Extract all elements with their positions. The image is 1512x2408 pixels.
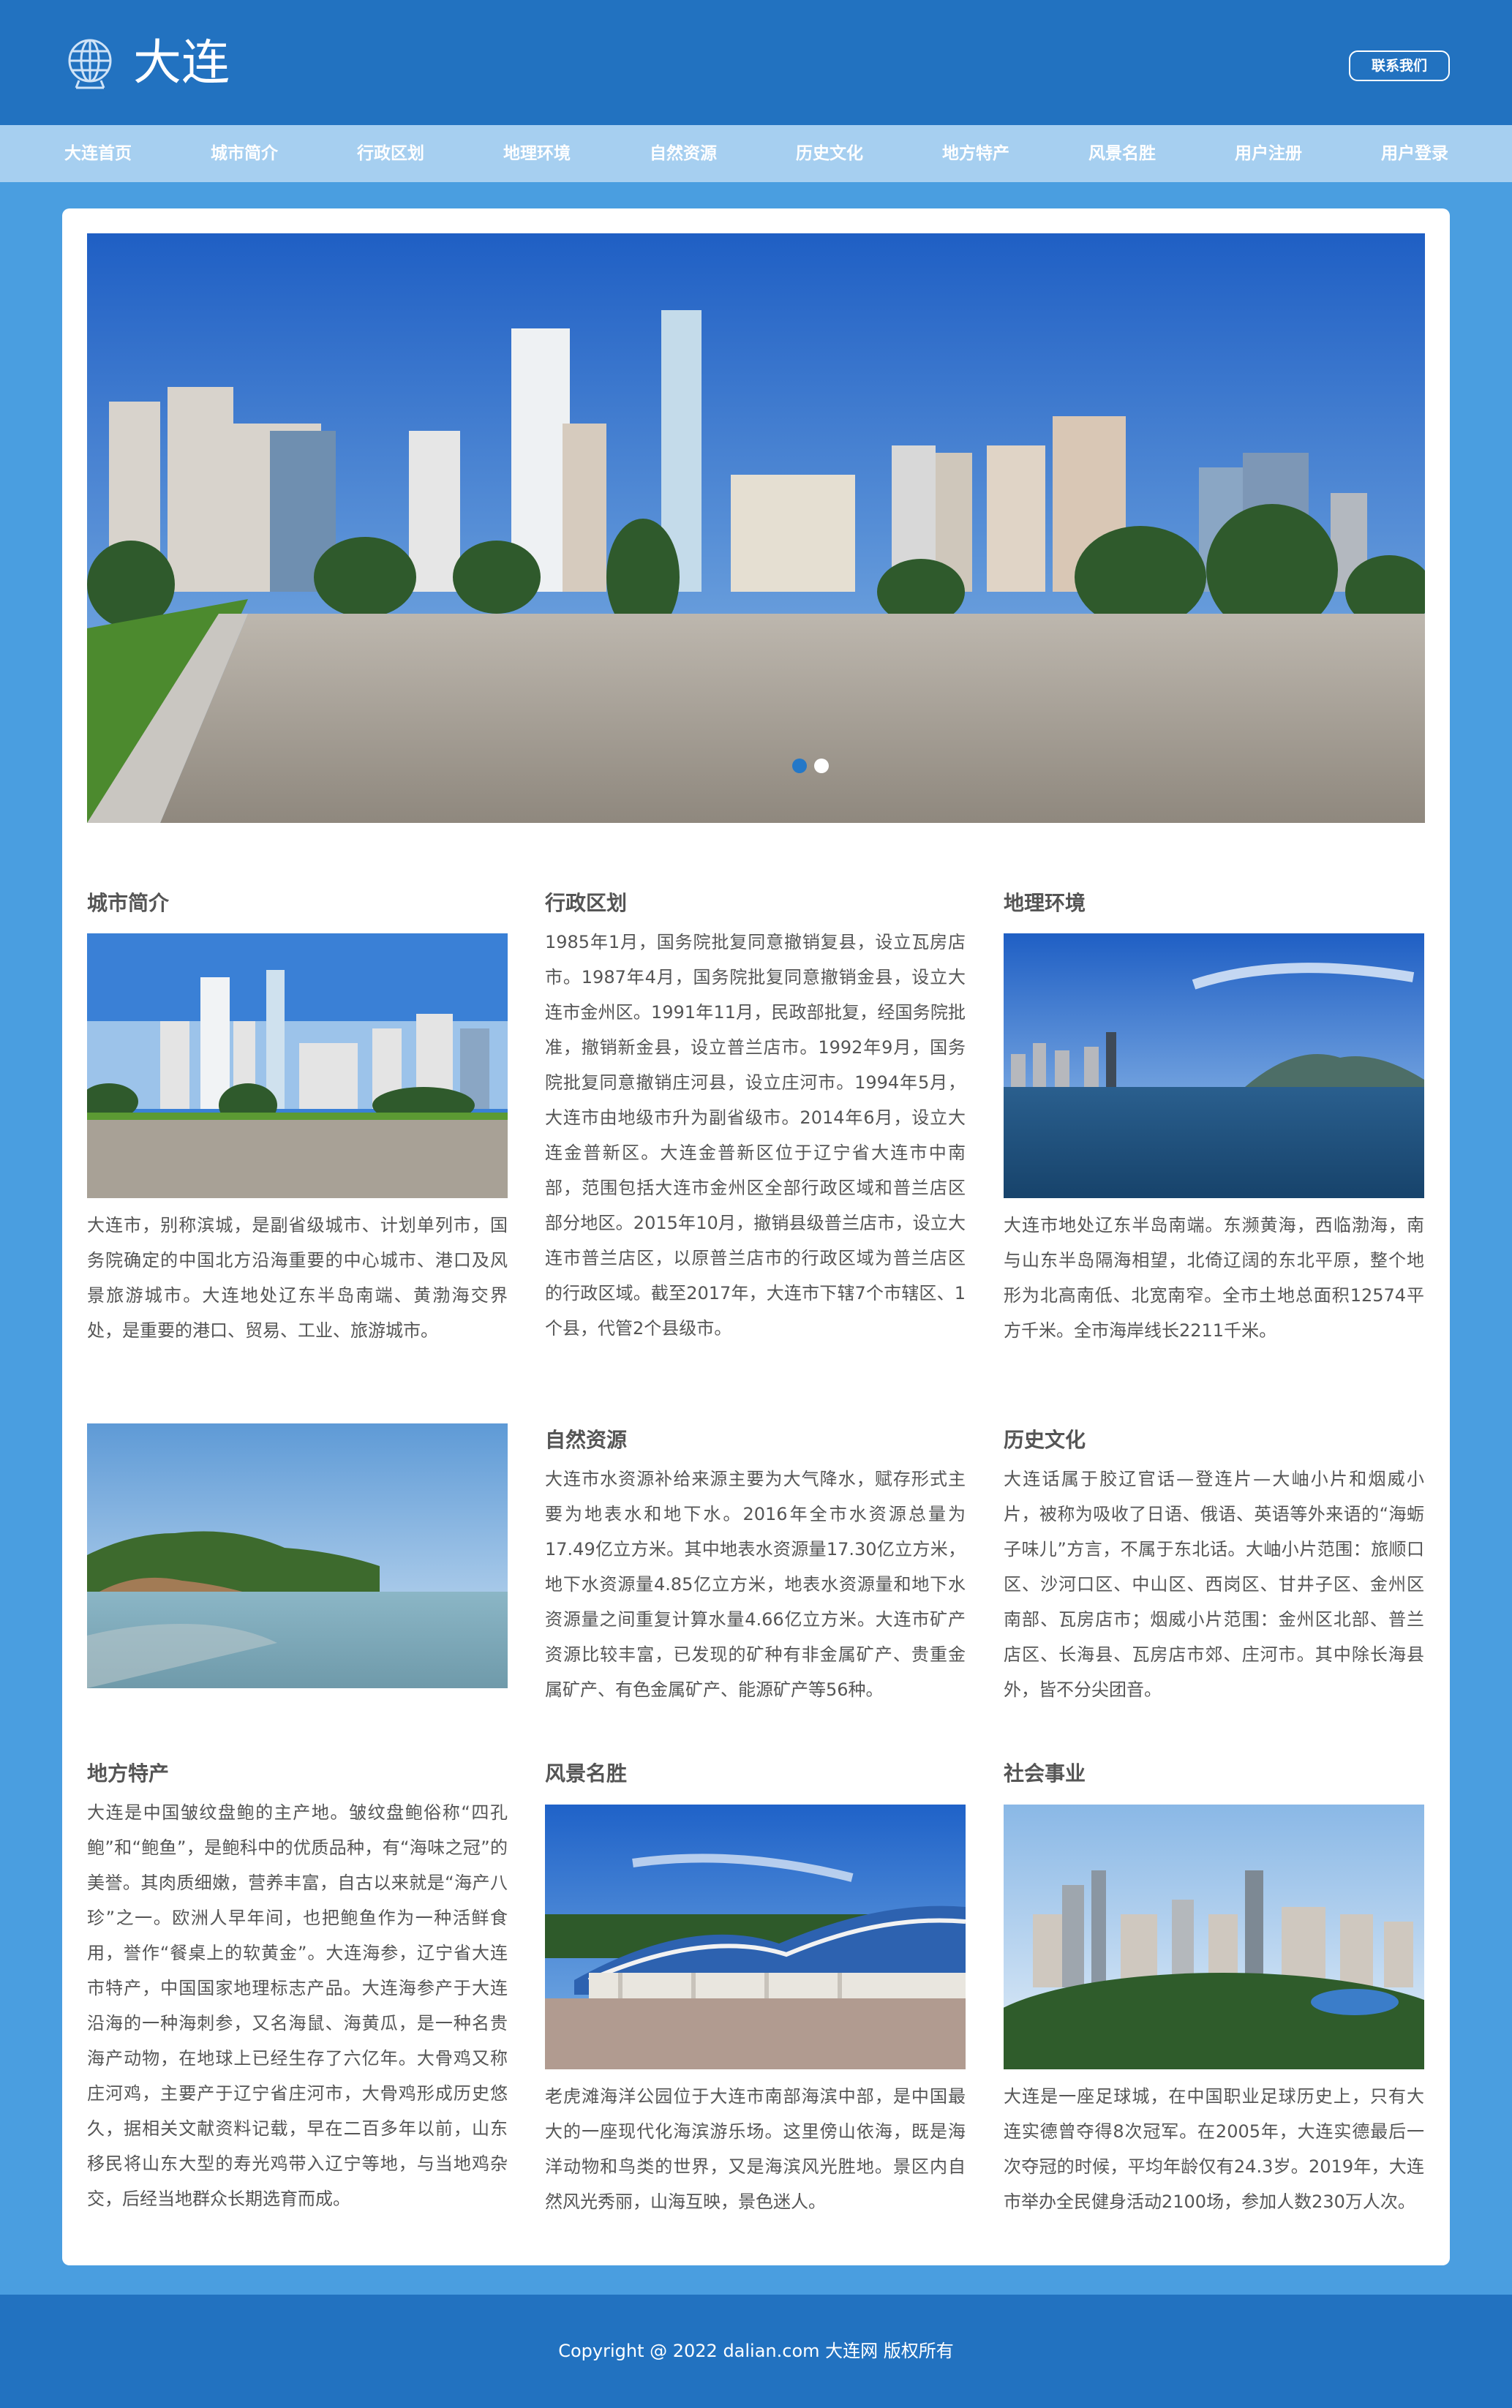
social-affairs-image[interactable] [1004, 1805, 1424, 2069]
section-title-scenic-spots[interactable]: 风景名胜 [545, 1761, 627, 1787]
nav-item-history-culture[interactable]: 历史文化 [756, 125, 903, 182]
site-title[interactable]: 大连 [133, 34, 230, 92]
geography-image[interactable] [1004, 933, 1424, 1198]
natural-resources-text: 大连市水资源补给来源主要为大气降水，赋存形式主要为地表水和地下水。2016年全市… [545, 1469, 966, 1700]
nav-item-login[interactable]: 用户登录 [1342, 125, 1488, 182]
social-affairs-text: 大连是一座足球城，在中国职业足球历史上，只有大连实德曾夺得8次冠军。在2005年… [1004, 2086, 1424, 2212]
nav-item-city-intro[interactable]: 城市简介 [171, 125, 317, 182]
carousel-dot-1[interactable] [792, 759, 807, 773]
content-card: 城市简介 大连市，别称滨城，是副省级城市、计划单列市，国务院确定的中国北方沿海重… [62, 208, 1450, 2265]
scenic-spots-text: 老虎滩海洋公园位于大连市南部海滨中部，是中国最大的一座现代化海滨游乐场。这里傍山… [545, 2086, 966, 2212]
main-nav: 大连首页 城市简介 行政区划 地理环境 自然资源 历史文化 地方特产 风景名胜 … [0, 125, 1512, 182]
local-specialties-text: 大连是中国皱纹盘鲍的主产地。皱纹盘鲍俗称“四孔鲍”和“鲍鱼”，是鲍科中的优质品种… [87, 1802, 508, 2209]
section-title-history-culture[interactable]: 历史文化 [1004, 1427, 1086, 1453]
section-title-city-intro[interactable]: 城市简介 [87, 890, 169, 917]
nav-item-register[interactable]: 用户注册 [1195, 125, 1342, 182]
admin-division-text: 1985年1月，国务院批复同意撤销复县，设立瓦房店市。1987年4月，国务院批复… [545, 932, 966, 1339]
nav-item-natural-resources[interactable]: 自然资源 [610, 125, 756, 182]
globe-logo-icon[interactable] [66, 37, 114, 89]
nav-item-geography[interactable]: 地理环境 [464, 125, 610, 182]
hero-carousel[interactable] [87, 233, 1425, 823]
nav-item-home[interactable]: 大连首页 [25, 125, 171, 182]
nav-item-local-specialties[interactable]: 地方特产 [903, 125, 1049, 182]
scenic-spots-image[interactable] [545, 1805, 966, 2069]
section-title-geography[interactable]: 地理环境 [1004, 890, 1086, 917]
history-culture-text: 大连话属于胶辽官话—登连片—大岫小片和烟威小片，被称为吸收了日语、俄语、英语等外… [1004, 1469, 1424, 1700]
geography-text: 大连市地处辽东半岛南端。东濒黄海，西临渤海，南与山东半岛隔海相望，北倚辽阔的东北… [1004, 1215, 1424, 1341]
site-footer: Copyright @ 2022 dalian.com 大连网 版权所有 [0, 2295, 1512, 2408]
carousel-dot-2[interactable] [814, 759, 829, 773]
site-header: 大连 联系我们 [0, 0, 1512, 125]
natural-resources-image[interactable] [87, 1423, 508, 1688]
nav-item-scenic-spots[interactable]: 风景名胜 [1049, 125, 1195, 182]
nav-item-admin-division[interactable]: 行政区划 [317, 125, 464, 182]
section-title-admin-division[interactable]: 行政区划 [545, 890, 627, 917]
contact-us-button[interactable]: 联系我们 [1349, 50, 1450, 81]
section-title-local-specialties[interactable]: 地方特产 [87, 1761, 169, 1787]
city-intro-text: 大连市，别称滨城，是副省级城市、计划单列市，国务院确定的中国北方沿海重要的中心城… [87, 1215, 508, 1341]
hero-city-image [87, 233, 1425, 823]
copyright-text: Copyright @ 2022 dalian.com 大连网 版权所有 [558, 2341, 954, 2361]
city-intro-image[interactable] [87, 933, 508, 1198]
section-title-natural-resources[interactable]: 自然资源 [545, 1427, 627, 1453]
section-title-social-affairs[interactable]: 社会事业 [1004, 1761, 1086, 1787]
